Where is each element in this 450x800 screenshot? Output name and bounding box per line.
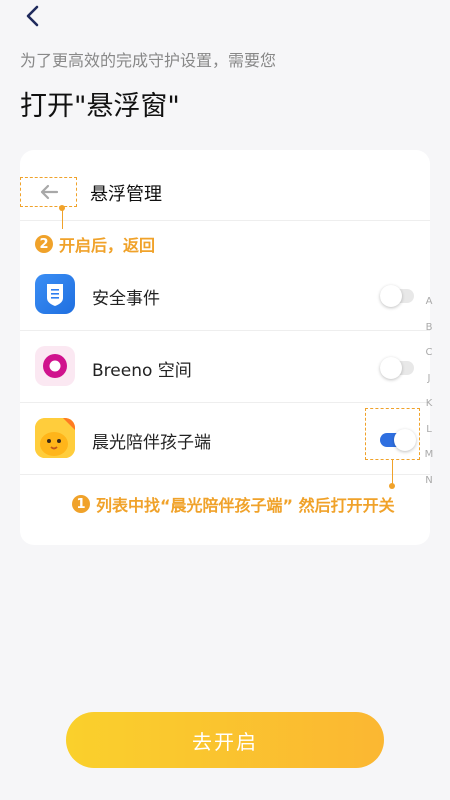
breeno-space-icon — [35, 346, 75, 386]
step2-number: 2 — [35, 235, 53, 253]
app-name: Breeno 空间 — [92, 361, 192, 381]
index-letter[interactable]: M — [422, 448, 436, 474]
chevron-left-icon — [26, 5, 39, 27]
app-name: 安全事件 — [92, 289, 160, 309]
app-row-breeno-space: Breeno 空间 — [20, 330, 430, 403]
go-enable-button[interactable]: 去开启 — [66, 712, 384, 768]
chenguang-child-app-icon — [35, 418, 75, 458]
card-header-title: 悬浮管理 — [90, 184, 162, 205]
index-letter[interactable]: B — [422, 321, 436, 347]
app-name: 晨光陪伴孩子端 — [92, 433, 211, 453]
card-header: 悬浮管理 — [20, 150, 430, 221]
page-title: 打开"悬浮窗" — [20, 91, 180, 122]
index-letter[interactable]: K — [422, 397, 436, 423]
app-row-security-events: 安全事件 — [20, 258, 430, 331]
step1-number: 1 — [72, 495, 90, 513]
arrow-left-icon — [40, 184, 59, 200]
intro-subtitle: 为了更高效的完成守护设置，需要您 — [20, 51, 277, 70]
app-toggle-security-events[interactable] — [380, 285, 414, 307]
toggle-highlight-box — [365, 408, 420, 460]
step2-text: 开启后，返回 — [59, 236, 156, 255]
security-events-icon — [35, 274, 75, 314]
card-back-button[interactable] — [20, 177, 77, 207]
index-letter[interactable]: A — [422, 295, 436, 321]
step1-connector-dot — [389, 483, 395, 489]
step1-text: 列表中找“晨光陪伴孩子端” 然后打开开关 — [96, 496, 395, 515]
index-letter[interactable]: N — [422, 474, 436, 500]
index-letter[interactable]: J — [422, 372, 436, 398]
step2-connector-dot — [59, 205, 65, 211]
back-button[interactable] — [20, 2, 48, 30]
alphabet-index-bar[interactable]: A B C J K L M N — [422, 295, 436, 499]
floating-window-guide-card: 悬浮管理 2 开启后，返回 安全事件 Breeno 空间 晨光陪伴孩子端 1 列… — [20, 150, 430, 545]
app-toggle-breeno-space[interactable] — [380, 357, 414, 379]
index-letter[interactable]: C — [422, 346, 436, 372]
step1-hint: 1 列表中找“晨光陪伴孩子端” 然后打开开关 — [72, 492, 395, 516]
step2-hint: 2 开启后，返回 — [35, 232, 155, 256]
index-letter[interactable]: L — [422, 423, 436, 449]
